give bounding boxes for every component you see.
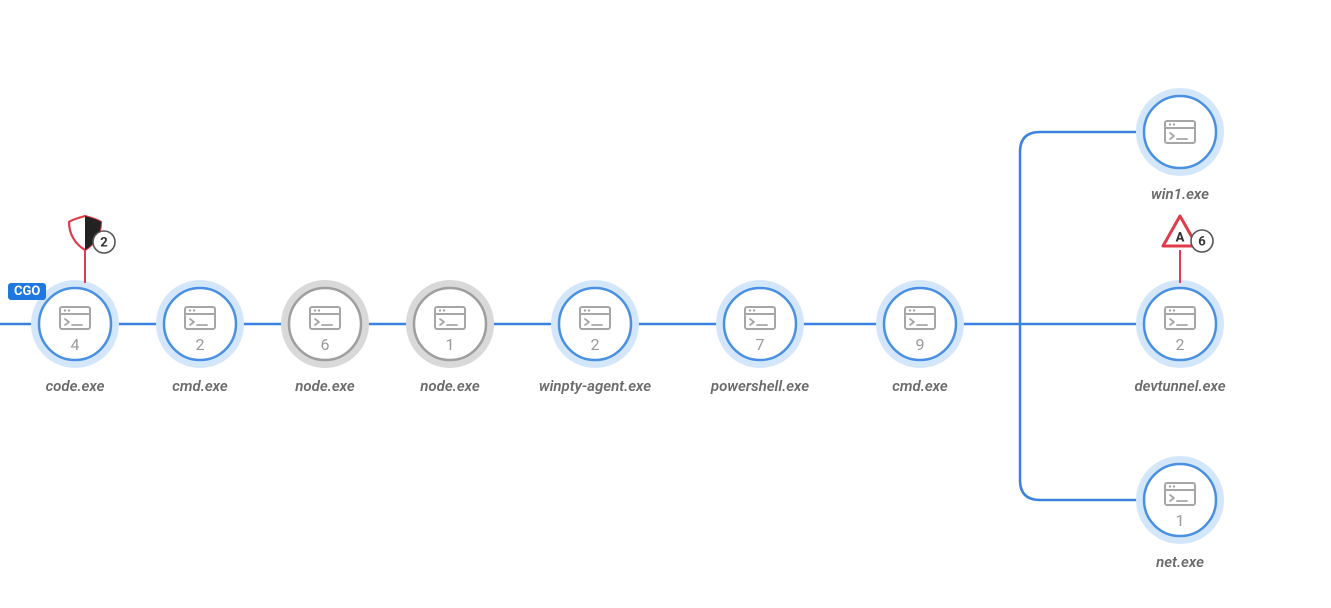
- node-cmd-exe-1[interactable]: 2: [156, 280, 244, 368]
- node-label: node.exe: [295, 377, 354, 395]
- node-label: cmd.exe: [892, 377, 947, 395]
- node-count: 9: [916, 335, 925, 354]
- triangle-letter: A: [1176, 231, 1185, 246]
- node-count: 2: [196, 335, 205, 354]
- root-tag[interactable]: CGO: [8, 283, 46, 300]
- node-count: 1: [1176, 511, 1185, 530]
- node-label: code.exe: [46, 377, 105, 395]
- node-label: winpty-agent.exe: [539, 377, 651, 395]
- node-count: 6: [321, 335, 330, 354]
- node-powershell-exe[interactable]: 7: [716, 280, 804, 368]
- node-count: 7: [756, 335, 765, 354]
- node-node-exe-1[interactable]: 6: [281, 280, 369, 368]
- node-label: node.exe: [420, 377, 479, 395]
- triangle-alert-count: 6: [1198, 235, 1206, 250]
- edge-branch-bot: [1020, 324, 1140, 500]
- node-devtunnel-exe[interactable]: 2: [1136, 280, 1224, 368]
- alert-shield-badge[interactable]: 2: [69, 216, 115, 283]
- node-label: devtunnel.exe: [1134, 377, 1225, 395]
- node-label: cmd.exe: [172, 377, 227, 395]
- node-count: 2: [591, 335, 600, 354]
- shield-alert-count: 2: [100, 236, 107, 251]
- node-win1-exe[interactable]: [1136, 88, 1224, 176]
- process-tree-canvas: 4 2 6 1 2 7 9: [0, 0, 1331, 608]
- node-label: net.exe: [1156, 553, 1204, 571]
- node-cmd-exe-2[interactable]: 9: [876, 280, 964, 368]
- alert-triangle-badge[interactable]: A 6: [1163, 216, 1213, 283]
- node-node-exe-2[interactable]: 1: [406, 280, 494, 368]
- node-label: powershell.exe: [711, 377, 809, 395]
- node-count: 4: [71, 335, 80, 354]
- node-count: 2: [1176, 335, 1185, 354]
- node-net-exe[interactable]: 1: [1136, 456, 1224, 544]
- edge-branch-top: [1020, 132, 1140, 324]
- node-count: 1: [446, 335, 455, 354]
- node-label: win1.exe: [1151, 185, 1209, 203]
- node-winpty-agent-exe[interactable]: 2: [551, 280, 639, 368]
